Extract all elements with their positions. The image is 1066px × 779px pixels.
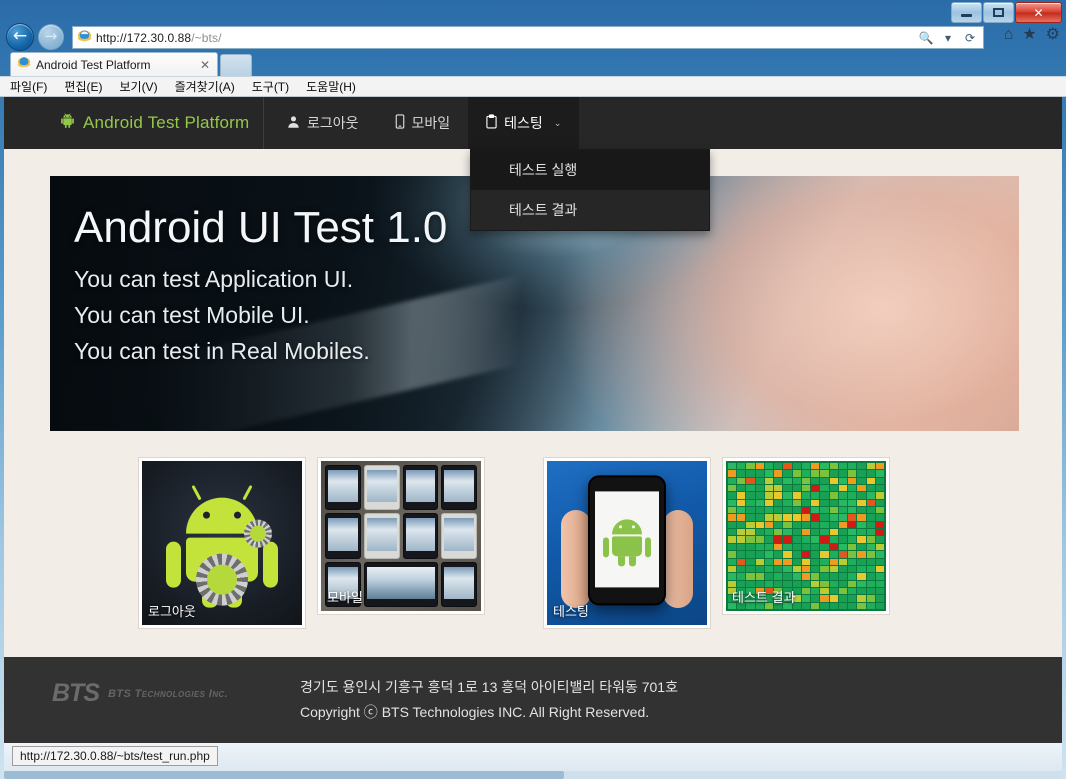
favorites-star-icon[interactable]: ★ bbox=[1022, 27, 1036, 43]
person-icon bbox=[287, 115, 300, 132]
page-viewport: Android Test Platform 로그아웃 모바일 테스팅 ⌄ 테스트… bbox=[4, 97, 1062, 743]
browser-window: ✕ ← → http://172.30.0.88/~bts/ 🔍 ▾ ⟳ ⌂ ★… bbox=[0, 0, 1066, 779]
close-button[interactable]: ✕ bbox=[1015, 2, 1062, 23]
bts-logo-mark: BTS bbox=[52, 679, 100, 707]
menu-file[interactable]: 파일(F) bbox=[10, 78, 47, 95]
address-host: http://172.30.0.88 bbox=[96, 30, 192, 45]
horizontal-scrollbar[interactable] bbox=[4, 771, 1062, 779]
hero-line-1: You can test Application UI. bbox=[74, 266, 354, 293]
menu-view[interactable]: 보기(V) bbox=[119, 78, 157, 95]
nav-item-logout[interactable]: 로그아웃 bbox=[269, 97, 377, 149]
dropdown-item-test-run-label: 테스트 실행 bbox=[509, 162, 578, 178]
chevron-down-icon[interactable]: ▾ bbox=[938, 28, 958, 47]
clipboard-icon bbox=[486, 114, 497, 132]
navigation-row: ← → http://172.30.0.88/~bts/ 🔍 ▾ ⟳ ⌂ ★ ⚙ bbox=[0, 23, 1066, 52]
card-test-result[interactable]: 테스트 결과 bbox=[722, 457, 890, 615]
back-arrow-icon: ← bbox=[12, 26, 28, 47]
card-mobile-image: 모바일 bbox=[321, 461, 481, 611]
site-navbar: Android Test Platform 로그아웃 모바일 테스팅 ⌄ bbox=[4, 97, 1062, 149]
browser-toolbar-icons: ⌂ ★ ⚙ bbox=[1004, 27, 1060, 43]
title-bar: ✕ bbox=[0, 0, 1066, 24]
brand-link[interactable]: Android Test Platform bbox=[59, 97, 265, 149]
menu-help[interactable]: 도움말(H) bbox=[306, 78, 356, 95]
card-test-result-label: 테스트 결과 bbox=[732, 590, 796, 605]
back-button[interactable]: ← bbox=[6, 23, 34, 51]
nav-item-testing-label: 테스팅 bbox=[504, 115, 543, 131]
status-url-tooltip: http://172.30.0.88/~bts/test_run.php bbox=[12, 746, 218, 766]
site-nav-items: 로그아웃 모바일 테스팅 ⌄ bbox=[269, 97, 580, 149]
maximize-button[interactable] bbox=[983, 2, 1014, 23]
dropdown-item-test-result[interactable]: 테스트 결과 bbox=[471, 190, 709, 230]
status-url-text: http://172.30.0.88/~bts/test_run.php bbox=[20, 749, 210, 763]
address-text: http://172.30.0.88/~bts/ bbox=[96, 31, 222, 45]
thumbnail-card-row: 로그아웃 모바일 테스팅 테스트 결과 bbox=[4, 457, 1062, 637]
nav-item-testing[interactable]: 테스팅 ⌄ bbox=[468, 97, 580, 149]
dropdown-item-test-result-label: 테스트 결과 bbox=[509, 202, 578, 218]
new-tab-button[interactable] bbox=[220, 54, 252, 77]
footer-text: 경기도 용인시 기흥구 흥덕 1로 13 흥덕 아이티밸리 타워동 701호 C… bbox=[300, 675, 678, 724]
nav-item-mobile[interactable]: 모바일 bbox=[377, 97, 469, 149]
tab-android-test-platform[interactable]: Android Test Platform ✕ bbox=[10, 52, 218, 76]
brand-text: Android Test Platform bbox=[83, 113, 250, 132]
ie-favicon-icon bbox=[77, 28, 92, 48]
home-icon[interactable]: ⌂ bbox=[1004, 27, 1014, 43]
card-mobile-label: 모바일 bbox=[327, 590, 363, 605]
forward-arrow-icon: → bbox=[44, 27, 58, 46]
footer-copyright: Copyright ⓒ BTS Technologies INC. All Ri… bbox=[300, 703, 650, 720]
minimize-button[interactable] bbox=[951, 2, 982, 23]
nav-item-logout-label: 로그아웃 bbox=[307, 115, 359, 131]
card-test-result-image: 테스트 결과 bbox=[726, 461, 886, 611]
address-path: /~bts/ bbox=[191, 30, 222, 45]
search-icon[interactable]: 🔍 bbox=[916, 28, 936, 47]
site-footer: BTS BTS Technologies Inc. 경기도 용인시 기흥구 흥덕… bbox=[4, 657, 1062, 743]
hero-line-2: You can test Mobile UI. bbox=[74, 302, 310, 329]
menu-favorites[interactable]: 즐겨찾기(A) bbox=[175, 78, 235, 95]
address-bar-tools: 🔍 ▾ ⟳ bbox=[916, 28, 983, 47]
gear-icon[interactable]: ⚙ bbox=[1046, 27, 1060, 43]
menu-bar: 파일(F) 편집(E) 보기(V) 즐겨찾기(A) 도구(T) 도움말(H) bbox=[0, 76, 1066, 97]
android-robot-icon bbox=[59, 112, 76, 134]
address-bar[interactable]: http://172.30.0.88/~bts/ 🔍 ▾ ⟳ bbox=[72, 26, 984, 49]
hand-holding-phone-android-image bbox=[588, 475, 666, 606]
window-controls: ✕ bbox=[951, 2, 1062, 23]
menu-tools[interactable]: 도구(T) bbox=[252, 78, 289, 95]
dropdown-item-test-run[interactable]: 테스트 실행 bbox=[471, 150, 709, 190]
hand-right-shape bbox=[663, 510, 693, 609]
nav-item-mobile-label: 모바일 bbox=[411, 115, 451, 131]
status-bar: http://172.30.0.88/~bts/test_run.php bbox=[4, 743, 1062, 771]
menu-edit[interactable]: 편집(E) bbox=[64, 78, 102, 95]
close-icon: ✕ bbox=[1033, 5, 1044, 20]
hero-title: Android UI Test 1.0 bbox=[74, 203, 448, 252]
card-logout-label: 로그아웃 bbox=[148, 604, 196, 619]
tab-close-icon[interactable]: ✕ bbox=[200, 58, 210, 72]
mobile-icon bbox=[395, 114, 405, 132]
card-logout[interactable]: 로그아웃 bbox=[138, 457, 306, 629]
hand-left-shape bbox=[561, 510, 591, 609]
bts-logo-name: BTS Technologies Inc. bbox=[108, 687, 229, 700]
card-logout-image: 로그아웃 bbox=[142, 461, 302, 625]
tab-favicon-icon bbox=[17, 55, 31, 74]
card-testing[interactable]: 테스팅 bbox=[543, 457, 711, 629]
forward-button[interactable]: → bbox=[38, 24, 64, 50]
bts-logo: BTS BTS Technologies Inc. bbox=[52, 679, 228, 708]
hero-line-3: You can test in Real Mobiles. bbox=[74, 337, 370, 364]
tab-strip: Android Test Platform ✕ bbox=[0, 52, 1066, 77]
scrollbar-thumb[interactable] bbox=[4, 771, 564, 779]
hero-text: Android UI Test 1.0 You can test Applica… bbox=[74, 203, 448, 369]
footer-address: 경기도 용인시 기흥구 흥덕 1로 13 흥덕 아이티밸리 타워동 701호 bbox=[300, 679, 678, 695]
tab-title: Android Test Platform bbox=[36, 57, 151, 72]
card-testing-image: 테스팅 bbox=[547, 461, 707, 625]
android-robot-gears-image bbox=[166, 484, 278, 608]
card-mobile[interactable]: 모바일 bbox=[317, 457, 485, 615]
refresh-icon[interactable]: ⟳ bbox=[960, 28, 980, 47]
testing-dropdown-menu: 테스트 실행 테스트 결과 bbox=[470, 149, 710, 231]
chevron-down-icon: ⌄ bbox=[553, 117, 562, 128]
card-testing-label: 테스팅 bbox=[553, 604, 589, 619]
